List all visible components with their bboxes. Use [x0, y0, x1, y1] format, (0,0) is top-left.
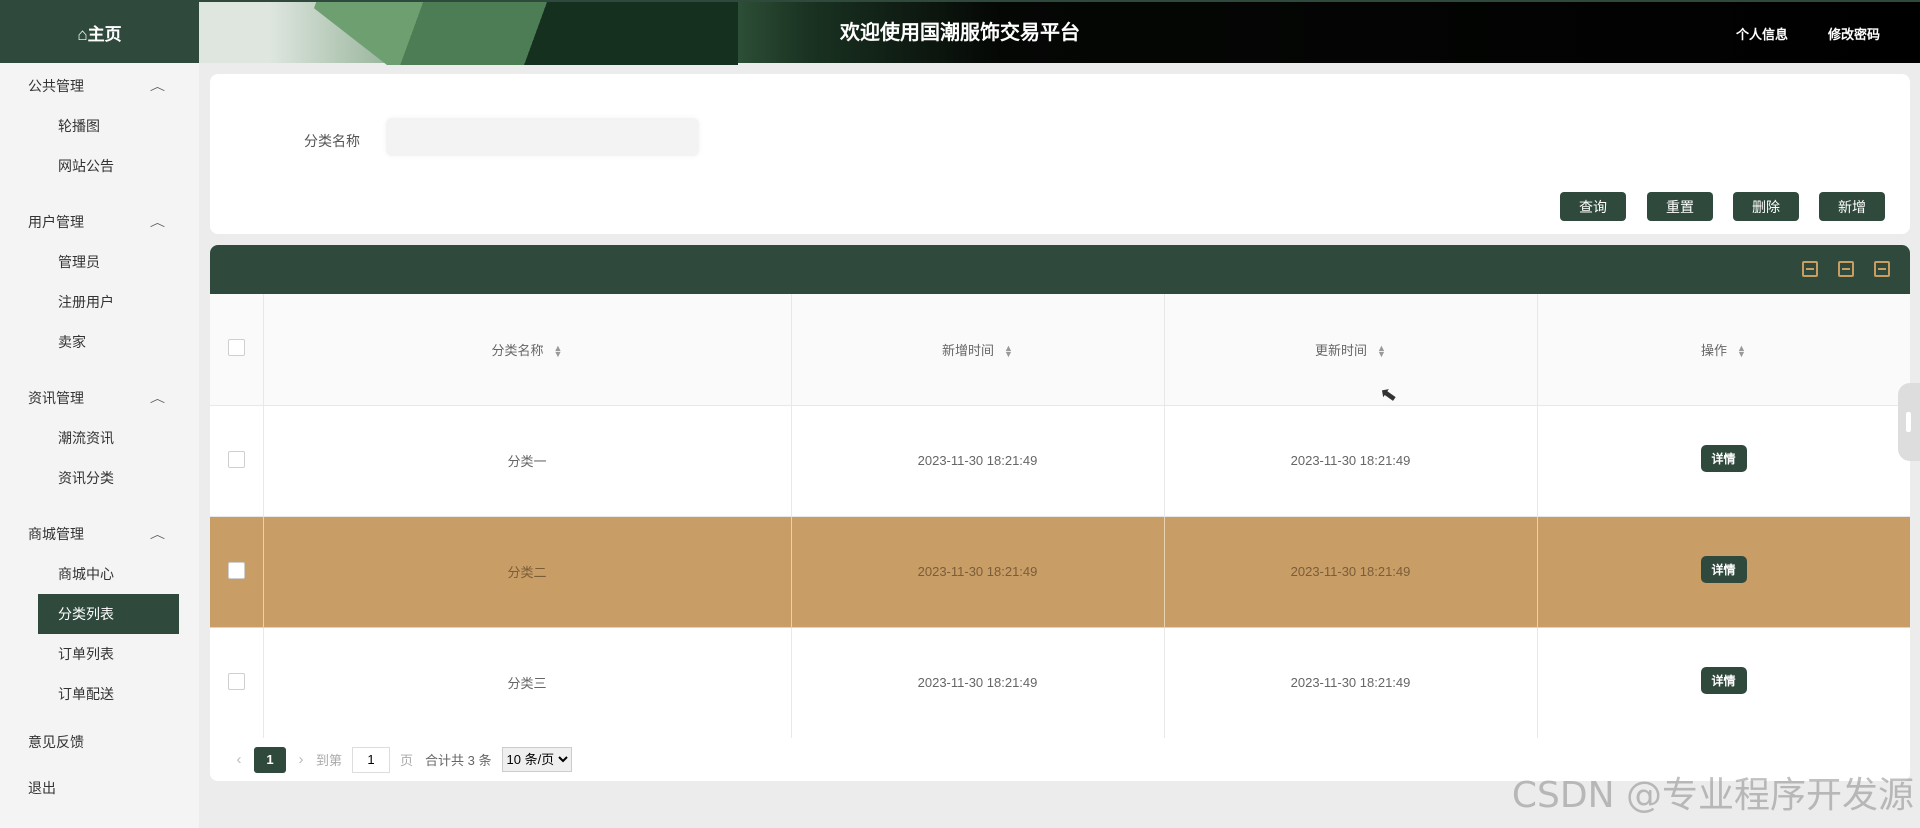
- table-toolbar: [210, 245, 1910, 294]
- chevron-up-icon: ︿: [149, 81, 166, 93]
- current-page[interactable]: 1: [254, 746, 286, 773]
- sort-icon[interactable]: ▲ ▼: [1737, 344, 1746, 359]
- column-header[interactable]: 操作 ▲ ▼: [1537, 294, 1910, 406]
- select-all-checkbox[interactable]: [227, 339, 245, 357]
- menu-group-news[interactable]: 资讯管理 ︿: [0, 378, 199, 418]
- table-row[interactable]: 分类三 2023-11-30 18:21:49 2023-11-30 18:21…: [210, 627, 1910, 739]
- menu-group-label: 商城管理: [28, 526, 84, 542]
- row-select-cell: [210, 627, 264, 739]
- sort-icon[interactable]: ▲ ▼: [554, 344, 563, 359]
- sidebar-item-order-list[interactable]: 订单列表: [38, 634, 179, 674]
- column-header[interactable]: 新增时间 ▲ ▼: [791, 294, 1165, 406]
- sidebar-item-seller[interactable]: 卖家: [38, 322, 179, 362]
- menu-group-users[interactable]: 用户管理 ︿: [0, 202, 199, 242]
- prev-page-icon[interactable]: ‹: [224, 751, 254, 768]
- sort-icon[interactable]: ▲ ▼: [1004, 344, 1013, 359]
- sidebar-item-news-category[interactable]: 资讯分类: [38, 458, 179, 498]
- updated-time-cell: 2023-11-30 18:21:49: [1164, 627, 1538, 739]
- chevron-up-icon: ︿: [149, 217, 166, 229]
- chevron-up-icon: ︿: [149, 393, 166, 405]
- logout-label: 退出: [28, 780, 56, 796]
- menu-group-label: 公共管理: [28, 78, 84, 94]
- action-cell: 详情: [1537, 405, 1910, 517]
- print-icon[interactable]: [1874, 261, 1890, 277]
- sidebar-item-admin[interactable]: 管理员: [38, 242, 179, 282]
- sidebar-item-notice[interactable]: 网站公告: [38, 146, 179, 186]
- feedback-label: 意见反馈: [28, 734, 84, 750]
- table-header-row: 分类名称 ▲ ▼ 新增时间 ▲ ▼ 更新时间 ▲ ▼ 操作 ▲ ▼: [210, 294, 1910, 406]
- change-password-link[interactable]: 修改密码: [1828, 24, 1880, 43]
- side-drawer-handle[interactable]: [1898, 383, 1920, 461]
- menu-group-mall[interactable]: 商城管理 ︿: [0, 514, 199, 554]
- goto-label: 到第: [316, 753, 343, 768]
- reset-button[interactable]: 重置: [1647, 192, 1713, 221]
- sidebar-item-category-list[interactable]: 分类列表: [38, 594, 179, 634]
- row-select-cell: [210, 516, 264, 628]
- column-header[interactable]: 更新时间 ▲ ▼: [1164, 294, 1538, 406]
- column-label: 操作: [1701, 342, 1728, 358]
- sidebar-item-carousel[interactable]: 轮播图: [38, 106, 179, 146]
- detail-button[interactable]: 详情: [1700, 667, 1747, 694]
- sidebar-item-registered-users[interactable]: 注册用户: [38, 282, 179, 322]
- search-panel: 分类名称 查询 重置 删除 新增: [210, 74, 1910, 234]
- table-panel: 分类名称 ▲ ▼ 新增时间 ▲ ▼ 更新时间 ▲ ▼ 操作 ▲ ▼ 分类一 2023-11-30…: [210, 245, 1910, 781]
- detail-button[interactable]: 详情: [1700, 556, 1747, 583]
- delete-button[interactable]: 删除: [1733, 192, 1799, 221]
- detail-button[interactable]: 详情: [1700, 445, 1747, 472]
- sidebar-item-order-delivery[interactable]: 订单配送: [38, 674, 179, 714]
- table-tools: [1802, 261, 1890, 277]
- row-checkbox[interactable]: [227, 450, 245, 468]
- category-name-cell: 分类一: [263, 405, 792, 517]
- updated-time-cell: 2023-11-30 18:21:49: [1164, 516, 1538, 628]
- select-all-cell: [210, 294, 264, 406]
- query-button[interactable]: 查询: [1560, 192, 1626, 221]
- column-label: 分类名称: [491, 342, 544, 358]
- table-row[interactable]: 分类二 2023-11-30 18:21:49 2023-11-30 18:21…: [210, 516, 1910, 628]
- created-time-cell: 2023-11-30 18:21:49: [791, 627, 1165, 739]
- menu-group-label: 用户管理: [28, 214, 84, 230]
- category-table: 分类名称 ▲ ▼ 新增时间 ▲ ▼ 更新时间 ▲ ▼ 操作 ▲ ▼ 分类一 2023-11-30…: [210, 294, 1910, 739]
- chevron-up-icon: ︿: [149, 529, 166, 541]
- created-time-cell: 2023-11-30 18:21:49: [791, 405, 1165, 517]
- search-label: 分类名称: [304, 133, 360, 149]
- profile-link[interactable]: 个人信息: [1736, 24, 1788, 43]
- column-header[interactable]: 分类名称 ▲ ▼: [263, 294, 792, 406]
- columns-icon[interactable]: [1802, 261, 1818, 277]
- created-time-cell: 2023-11-30 18:21:49: [791, 516, 1165, 628]
- action-cell: 详情: [1537, 627, 1910, 739]
- row-select-cell: [210, 405, 264, 517]
- add-button[interactable]: 新增: [1819, 192, 1885, 221]
- watermark: CSDN @专业程序开发源: [1511, 775, 1914, 816]
- menu-group-public[interactable]: 公共管理 ︿: [0, 66, 199, 106]
- sort-icon[interactable]: ▲ ▼: [1377, 344, 1386, 359]
- sidebar-item-mall-center[interactable]: 商城中心: [38, 554, 179, 594]
- row-checkbox[interactable]: [227, 561, 245, 579]
- page-size-select[interactable]: 10 条/页: [501, 747, 572, 772]
- category-name-input[interactable]: [386, 118, 699, 156]
- updated-time-cell: 2023-11-30 18:21:49: [1164, 405, 1538, 517]
- goto-page-input[interactable]: [352, 746, 391, 773]
- sidebar: 公共管理 ︿ 轮播图 网站公告 用户管理 ︿ 管理员 注册用户 卖家 资讯管理 …: [0, 63, 199, 828]
- next-page-icon[interactable]: ›: [286, 751, 316, 768]
- export-icon[interactable]: [1838, 261, 1854, 277]
- category-name-cell: 分类二: [263, 516, 792, 628]
- table-row[interactable]: 分类一 2023-11-30 18:21:49 2023-11-30 18:21…: [210, 405, 1910, 517]
- column-label: 新增时间: [942, 342, 995, 358]
- action-cell: 详情: [1537, 516, 1910, 628]
- menu-item-logout[interactable]: 退出: [0, 768, 199, 808]
- sidebar-item-trend-news[interactable]: 潮流资讯: [38, 418, 179, 458]
- category-name-cell: 分类三: [263, 627, 792, 739]
- row-checkbox[interactable]: [227, 672, 245, 690]
- menu-group-label: 资讯管理: [28, 390, 84, 406]
- top-links: 个人信息 修改密码: [1736, 24, 1880, 43]
- total-count: 合计共 3 条: [425, 753, 492, 768]
- page-unit: 页: [400, 753, 414, 768]
- site-title: 欢迎使用国潮服饰交易平台: [840, 22, 1080, 44]
- menu-item-feedback[interactable]: 意见反馈: [0, 722, 199, 762]
- column-label: 更新时间: [1315, 342, 1368, 358]
